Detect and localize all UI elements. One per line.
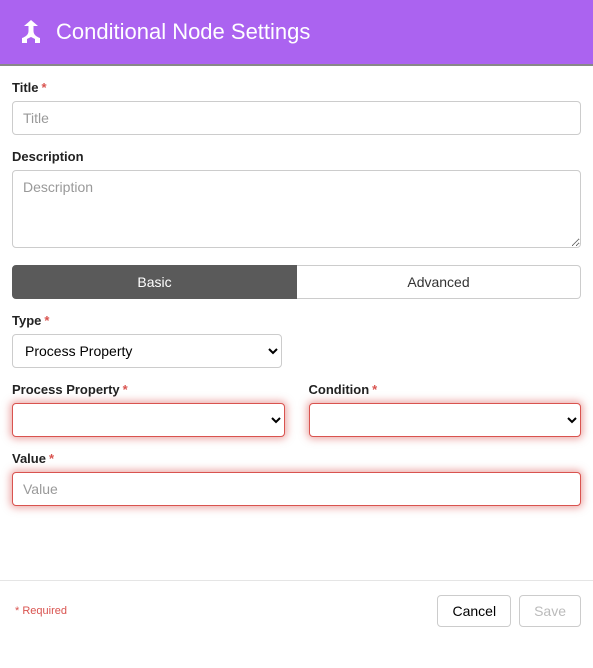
tab-basic[interactable]: Basic (12, 265, 297, 299)
value-label: Value* (12, 451, 581, 466)
footer-actions: Cancel Save (437, 595, 581, 627)
cancel-button[interactable]: Cancel (437, 595, 511, 627)
value-field: Value* (12, 451, 581, 506)
save-button[interactable]: Save (519, 595, 581, 627)
type-label: Type* (12, 313, 581, 328)
branch-icon (18, 18, 44, 46)
modal-body: Title* Description Basic Advanced Type* … (0, 66, 593, 540)
process-property-field: Process Property* (12, 382, 285, 437)
required-asterisk: * (372, 382, 377, 397)
process-property-label: Process Property* (12, 382, 285, 397)
process-property-select[interactable] (12, 403, 285, 437)
title-input[interactable] (12, 101, 581, 135)
condition-field: Condition* (309, 382, 582, 437)
required-note: * Required (12, 605, 67, 617)
required-asterisk: * (42, 80, 47, 95)
required-asterisk: * (44, 313, 49, 328)
modal-footer: * Required Cancel Save (0, 580, 593, 645)
mode-tabs: Basic Advanced (12, 265, 581, 299)
description-label: Description (12, 149, 581, 164)
type-select[interactable]: Process Property (12, 334, 282, 368)
description-field: Description (12, 149, 581, 251)
type-field: Type* Process Property (12, 313, 581, 368)
title-label: Title* (12, 80, 581, 95)
condition-label: Condition* (309, 382, 582, 397)
required-asterisk: * (123, 382, 128, 397)
required-asterisk: * (49, 451, 54, 466)
description-textarea[interactable] (12, 170, 581, 248)
value-input[interactable] (12, 472, 581, 506)
modal-title: Conditional Node Settings (56, 19, 310, 45)
condition-select[interactable] (309, 403, 582, 437)
property-condition-row: Process Property* Condition* (12, 382, 581, 451)
modal-header: Conditional Node Settings (0, 0, 593, 66)
title-field: Title* (12, 80, 581, 135)
tab-advanced[interactable]: Advanced (297, 265, 581, 299)
